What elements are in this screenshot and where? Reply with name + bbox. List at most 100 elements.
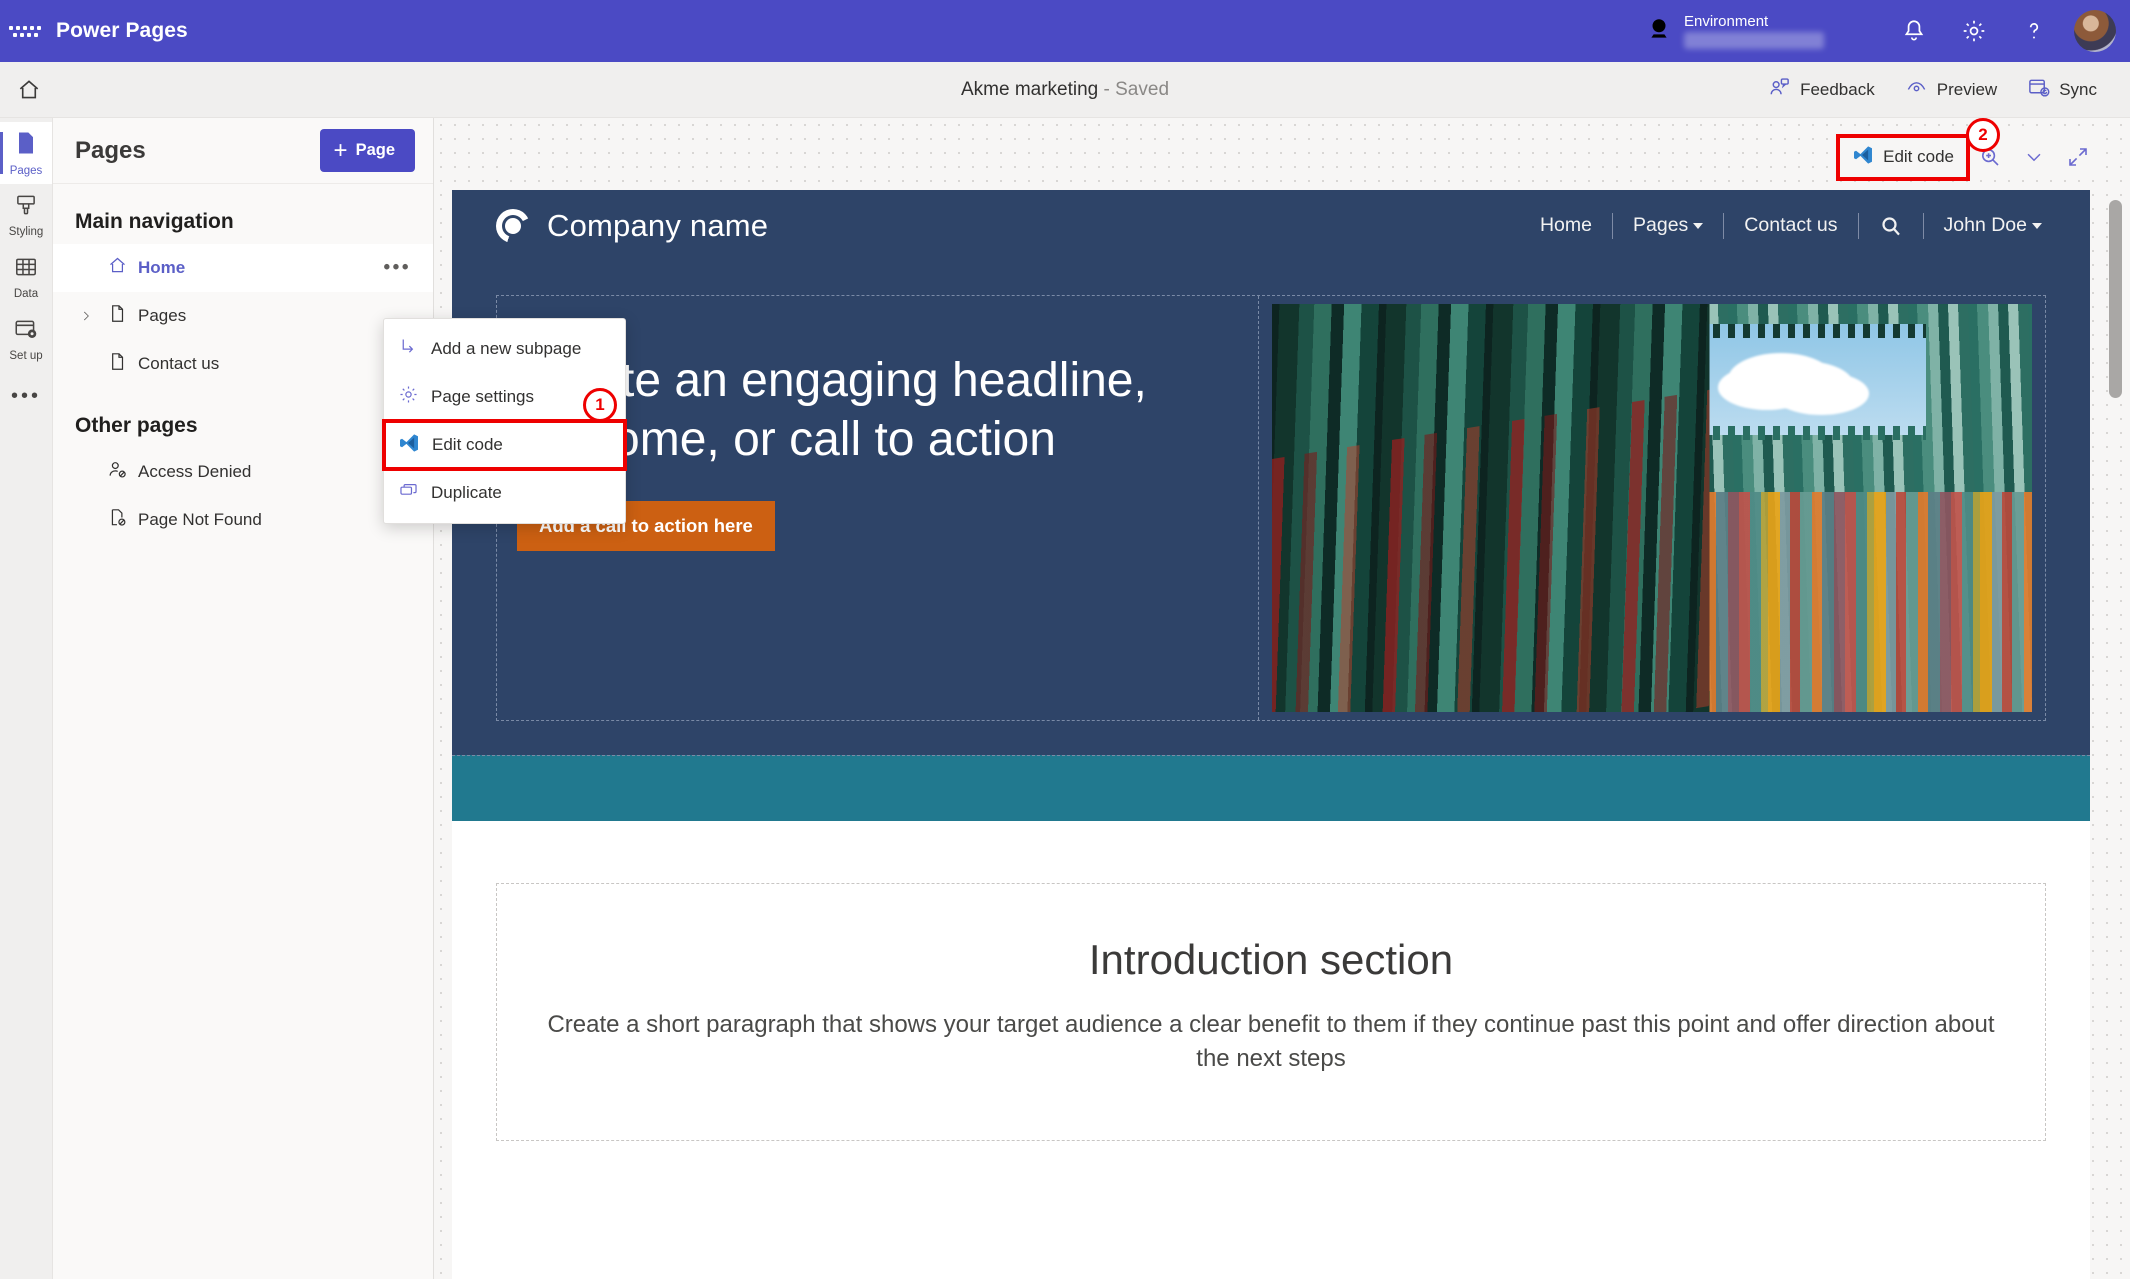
site-nav-pages[interactable]: Pages <box>1613 214 1723 237</box>
canvas-scrollbar[interactable] <box>2109 200 2122 1279</box>
sync-label: Sync <box>2059 79 2097 99</box>
person-blocked-icon <box>107 459 128 485</box>
site-nav-home[interactable]: Home <box>1520 214 1612 237</box>
setup-icon <box>13 316 39 347</box>
menu-label-duplicate: Duplicate <box>431 483 502 502</box>
environment-selector[interactable]: Environment <box>1646 13 1824 50</box>
rail-item-styling[interactable]: Styling <box>0 184 52 246</box>
home-icon[interactable] <box>0 62 58 118</box>
suite-bar: Power Pages Environment <box>0 0 2130 62</box>
feedback-label: Feedback <box>1800 79 1875 99</box>
pages-panel: Pages + Page Main navigation Home ••• Pa… <box>53 118 434 1279</box>
menu-item-edit-code[interactable]: Edit code <box>382 419 627 471</box>
sidebar-item-label-pages: Pages <box>138 306 187 325</box>
duplicate-icon <box>398 480 419 506</box>
sidebar-item-label-contact-us: Contact us <box>138 354 220 373</box>
file-icon <box>107 303 128 329</box>
chevron-right-icon[interactable] <box>75 309 97 323</box>
bell-icon[interactable] <box>1884 0 1944 62</box>
app-title: Power Pages <box>56 19 188 42</box>
rail-label-styling: Styling <box>8 226 44 238</box>
intro-section: Introduction section Create a short para… <box>452 821 2090 1182</box>
rail-more-button[interactable]: ••• <box>0 370 52 422</box>
subpage-icon <box>398 336 419 362</box>
suite-bar-right: Environment <box>1646 0 2130 62</box>
app-launcher-icon[interactable] <box>8 25 42 37</box>
pages-panel-header: Pages + Page <box>53 118 433 184</box>
home-overflow-button[interactable]: ••• <box>384 259 411 277</box>
file-icon <box>107 351 128 377</box>
rail-item-pages[interactable]: Pages <box>0 122 52 184</box>
sync-button[interactable]: Sync <box>2016 69 2108 111</box>
vscode-icon <box>1852 144 1874 171</box>
site-nav: Home Pages Contact us John Doe <box>1520 212 2062 239</box>
sync-icon <box>2027 76 2050 104</box>
pages-panel-title: Pages <box>75 136 146 164</box>
expand-icon[interactable] <box>2058 139 2098 175</box>
menu-item-duplicate[interactable]: Duplicate <box>384 469 625 517</box>
menu-item-add-subpage[interactable]: Add a new subpage <box>384 325 625 373</box>
home-outline-icon <box>107 255 128 281</box>
gear-icon[interactable] <box>1944 0 2004 62</box>
menu-label-edit-code: Edit code <box>432 435 503 454</box>
sidebar-item-contact-us[interactable]: Contact us <box>53 340 433 388</box>
scrollbar-thumb[interactable] <box>2109 200 2122 398</box>
site-preview: Company name Home Pages Contact us John … <box>452 190 2090 1279</box>
rail-label-data: Data <box>13 288 39 300</box>
menu-label-page-settings: Page settings <box>431 387 535 406</box>
sidebar-item-access-denied[interactable]: Access Denied <box>53 448 433 496</box>
file-blocked-icon <box>107 507 128 533</box>
sidebar-item-pages[interactable]: Pages <box>53 292 433 340</box>
callout-badge-2: 2 <box>1966 118 2000 152</box>
add-page-button[interactable]: + Page <box>319 129 415 172</box>
group-title-other-pages: Other pages <box>75 414 198 437</box>
site-header: Company name Home Pages Contact us John … <box>452 190 2090 261</box>
save-status: - Saved <box>1098 78 1170 100</box>
page-context-menu: Add a new subpage Page settings Edit cod… <box>382 318 627 524</box>
rail-label-pages: Pages <box>9 165 43 177</box>
chevron-down-icon[interactable] <box>2014 139 2054 175</box>
eye-icon <box>1905 76 1928 104</box>
toolbar-edit-code-button[interactable]: Edit code <box>1836 133 1970 181</box>
site-nav-user-menu[interactable]: John Doe <box>1924 214 2062 237</box>
feedback-icon <box>1768 76 1791 104</box>
search-icon[interactable] <box>1859 214 1923 238</box>
globe-icon <box>1646 16 1672 47</box>
feedback-button[interactable]: Feedback <box>1757 69 1886 111</box>
intro-paragraph: Create a short paragraph that shows your… <box>547 1011 1995 1073</box>
intro-section-box[interactable]: Introduction section Create a short para… <box>496 883 2046 1142</box>
sidebar-item-label-home: Home <box>138 258 186 277</box>
rail-label-setup: Set up <box>9 350 43 362</box>
site-nav-contact-us[interactable]: Contact us <box>1724 214 1857 237</box>
rail-item-setup[interactable]: Set up <box>0 308 52 370</box>
vscode-icon <box>398 432 420 459</box>
rail-item-data[interactable]: Data <box>0 246 52 308</box>
plus-icon: + <box>333 136 348 164</box>
table-icon <box>13 254 39 285</box>
menu-label-add-subpage: Add a new subpage <box>431 339 582 358</box>
brush-icon <box>13 192 39 223</box>
group-title-main-navigation: Main navigation <box>75 210 234 233</box>
sidebar-item-label-access-denied: Access Denied <box>138 462 252 481</box>
hero-accent-band <box>452 755 2090 821</box>
chevron-down-icon <box>2032 222 2042 229</box>
sidebar-item-home[interactable]: Home ••• <box>53 244 433 292</box>
command-bar: Akme marketing - Saved Feedback Preview … <box>0 62 2130 118</box>
company-name: Company name <box>547 207 769 243</box>
circle-logo-icon <box>496 208 530 243</box>
design-canvas: Edit code Company name Home Pages Contac… <box>434 118 2130 1279</box>
hero-image-column[interactable] <box>1259 296 2045 720</box>
preview-button[interactable]: Preview <box>1894 69 2008 111</box>
toolbar-edit-code-label: Edit code <box>1883 147 1954 166</box>
environment-value <box>1684 32 1824 50</box>
help-icon[interactable] <box>2004 0 2064 62</box>
intro-heading: Introduction section <box>1088 936 1454 983</box>
left-rail: Pages Styling Data Set up ••• <box>0 118 53 1279</box>
preview-label: Preview <box>1936 79 1998 99</box>
callout-badge-1: 1 <box>583 388 617 422</box>
add-page-label: Page <box>355 141 395 159</box>
sidebar-item-page-not-found[interactable]: Page Not Found <box>53 496 433 544</box>
avatar[interactable] <box>2074 10 2116 52</box>
hero-section: Create an engaging headline, welcome, or… <box>452 261 2090 821</box>
document-name: Akme marketing <box>960 78 1099 100</box>
